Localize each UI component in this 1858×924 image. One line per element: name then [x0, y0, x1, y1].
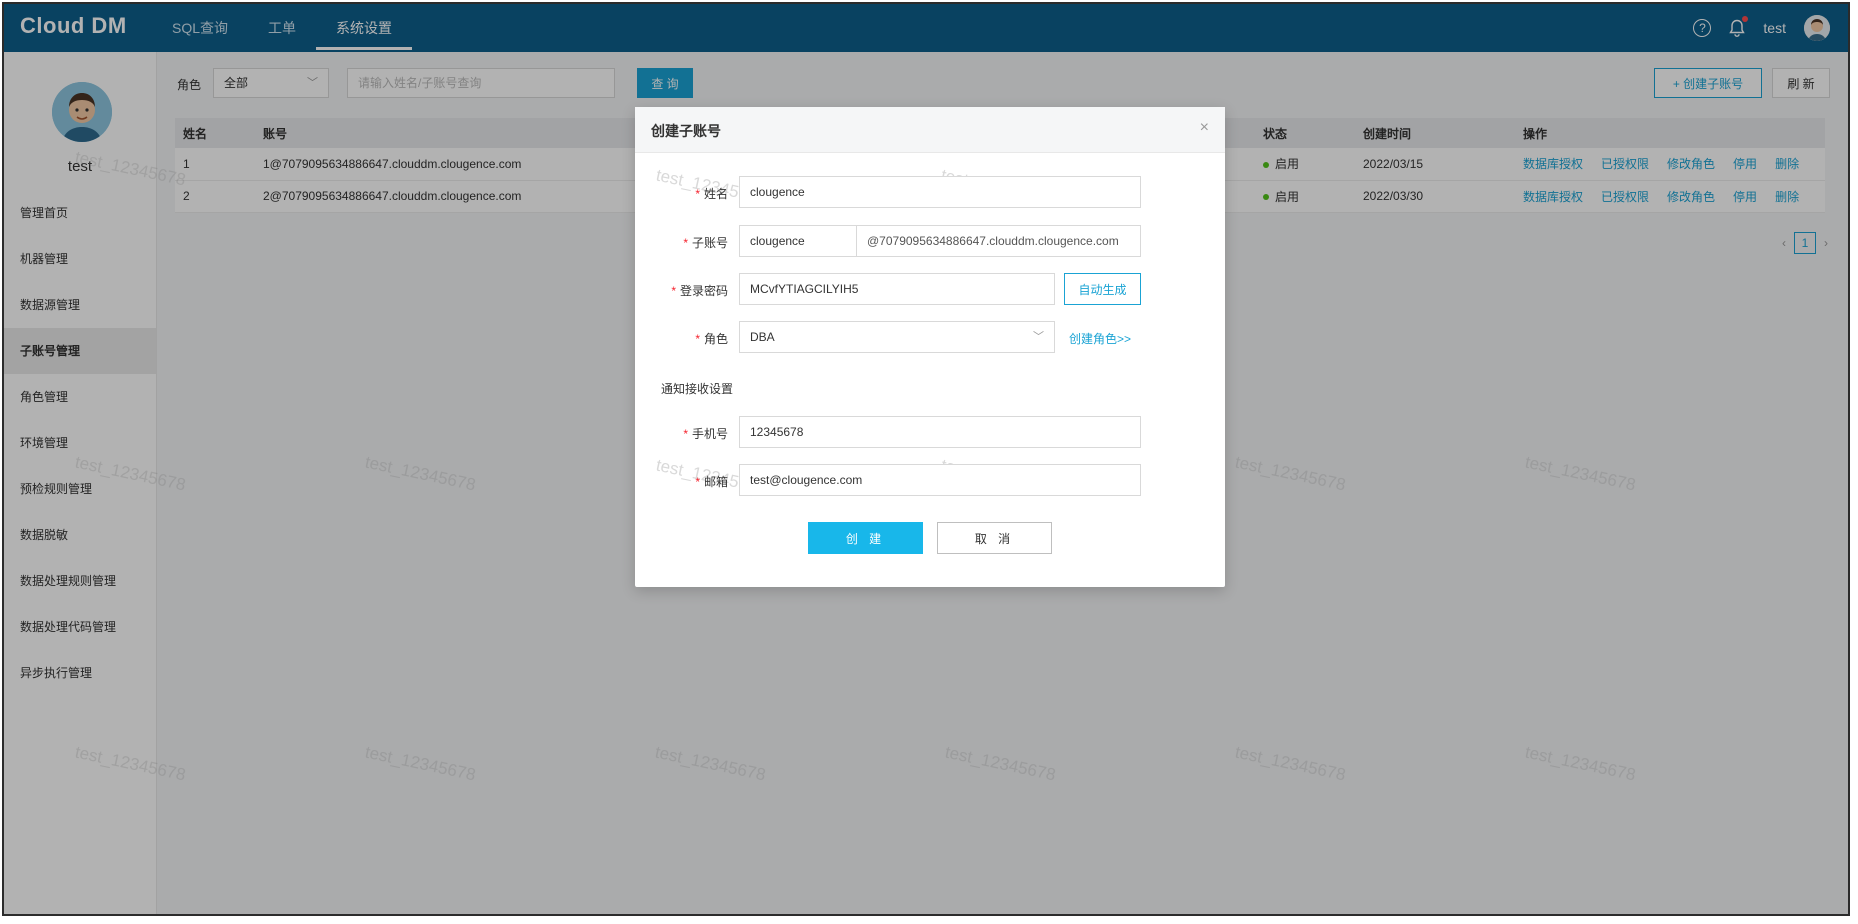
close-icon[interactable]: × — [1200, 119, 1209, 137]
email-field[interactable]: test@clougence.com — [739, 464, 1141, 496]
role-label: * 角色 — [695, 332, 728, 346]
role-select-value: DBA — [750, 330, 775, 344]
account-suffix: @7079095634886647.clouddm.clougence.com — [857, 225, 1141, 257]
account-label: * 子账号 — [683, 236, 728, 250]
notify-section-title: 通知接收设置 — [661, 382, 734, 396]
role-select[interactable]: DBA ﹀ — [739, 321, 1055, 353]
auto-generate-button[interactable]: 自动生成 — [1064, 273, 1141, 305]
email-label: * 邮箱 — [695, 475, 728, 489]
cancel-button[interactable]: 取 消 — [937, 522, 1052, 554]
app-window: Cloud DM SQL查询 工单 系统设置 ? test test 管理首页 … — [4, 4, 1848, 914]
create-subaccount-dialog: 创建子账号 × test_12345678 test_12345678 test… — [635, 107, 1225, 587]
dialog-header: 创建子账号 × — [635, 107, 1225, 153]
phone-field[interactable]: 12345678 — [739, 416, 1141, 448]
create-button[interactable]: 创 建 — [808, 522, 923, 554]
chevron-down-icon: ﹀ — [1033, 331, 1044, 343]
name-label: * 姓名 — [695, 187, 728, 201]
phone-label: * 手机号 — [683, 427, 728, 441]
create-role-link[interactable]: 创建角色>> — [1069, 330, 1131, 347]
dialog-title: 创建子账号 — [651, 123, 721, 139]
name-field[interactable]: clougence — [739, 176, 1141, 208]
account-field[interactable]: clougence — [739, 225, 857, 257]
password-field[interactable]: MCvfYTIAGCILYIH5 — [739, 273, 1055, 305]
password-label: * 登录密码 — [671, 284, 728, 298]
